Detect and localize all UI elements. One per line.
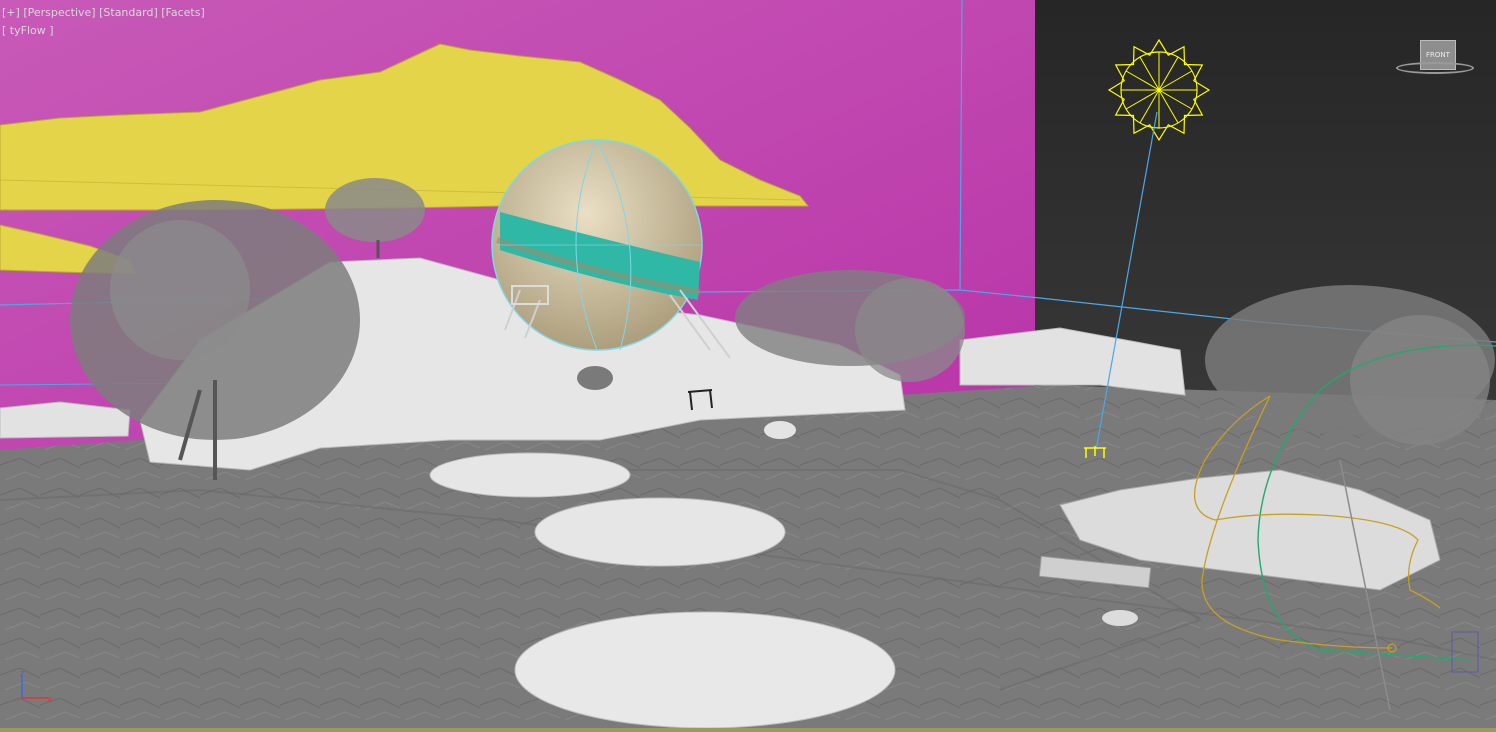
- scene-canvas[interactable]: [0, 0, 1496, 732]
- rock-left-edge[interactable]: [0, 401, 131, 439]
- 3d-viewport[interactable]: [+] [Perspective] [Standard] [Facets] [ …: [0, 0, 1496, 732]
- viewcube-ring[interactable]: [1396, 62, 1474, 74]
- viewport-view-menu[interactable]: [Perspective]: [23, 6, 95, 19]
- rock-flat-1[interactable]: [429, 452, 631, 498]
- rock-flat-3[interactable]: [514, 611, 896, 729]
- axis-tripod-icon: z x: [20, 670, 53, 705]
- viewcube[interactable]: FRONT: [1396, 38, 1476, 82]
- viewport-label-menu: [+] [Perspective] [Standard] [Facets] [ …: [2, 4, 205, 40]
- axis-z-label: z: [20, 670, 25, 679]
- viewport-style-menu[interactable]: [Facets]: [161, 6, 205, 19]
- axis-x-label: x: [47, 695, 53, 705]
- viewport-layer-label[interactable]: [ tyFlow ]: [2, 24, 54, 37]
- rock-flat-2[interactable]: [534, 497, 786, 567]
- viewport-plus-menu[interactable]: [+]: [2, 6, 20, 19]
- viewport-shading-menu[interactable]: [Standard]: [99, 6, 158, 19]
- viewport-active-border: [0, 728, 1496, 732]
